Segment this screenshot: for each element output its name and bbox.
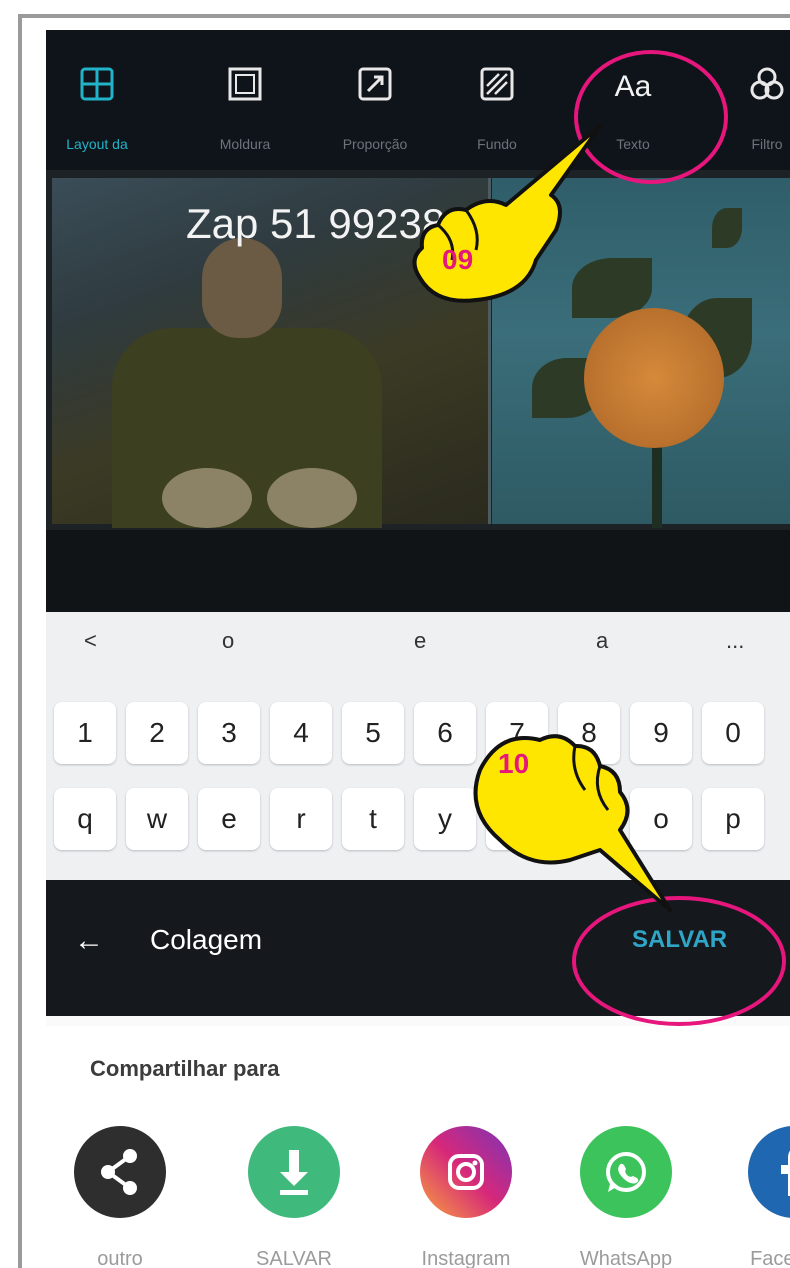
facebook-icon [748, 1126, 790, 1218]
share-target-save[interactable]: SALVAR [234, 1126, 354, 1268]
suggestion-item[interactable]: e [414, 628, 426, 654]
filter-icon [750, 67, 784, 100]
share-target-label: Instagram [421, 1248, 511, 1268]
tool-layout[interactable]: Layout da [46, 30, 152, 170]
pointing-hand-icon [412, 123, 603, 303]
layout-icon [80, 67, 114, 101]
instagram-icon [420, 1126, 512, 1218]
key-0[interactable]: 0 [702, 702, 764, 764]
key-e[interactable]: e [198, 788, 260, 850]
flower-stem [652, 438, 662, 528]
person-head [202, 238, 282, 338]
phone-screen: Layout da Moldura Proporção Fundo Aa Tex… [46, 30, 790, 1268]
resize-icon [358, 67, 392, 101]
leaf [712, 208, 742, 248]
tool-frame-label: Moldura [219, 136, 271, 152]
suggestion-more[interactable]: ... [726, 628, 744, 654]
key-w[interactable]: w [126, 788, 188, 850]
share-target-instagram[interactable]: Instagram [406, 1126, 526, 1268]
tool-layout-label: Layout da [66, 136, 128, 152]
background-icon [480, 67, 514, 101]
drum-right [267, 468, 357, 528]
key-q[interactable]: q [54, 788, 116, 850]
suggestion-item[interactable]: a [596, 628, 608, 654]
key-1[interactable]: 1 [54, 702, 116, 764]
share-target-label: Facebook [750, 1248, 790, 1268]
pointing-hand-icon [473, 734, 672, 912]
back-arrow-icon[interactable]: ← [74, 924, 104, 958]
share-target-label: WhatsApp [579, 1248, 673, 1268]
share-target-other[interactable]: outro [60, 1126, 180, 1268]
key-2[interactable]: 2 [126, 702, 188, 764]
key-p[interactable]: p [702, 788, 764, 850]
whatsapp-icon [580, 1126, 672, 1218]
preview-spacer [46, 530, 790, 612]
share-target-whatsapp[interactable]: WhatsApp [566, 1126, 686, 1268]
share-icon [74, 1126, 166, 1218]
key-5[interactable]: 5 [342, 702, 404, 764]
page-title: Colagem [150, 924, 263, 955]
key-t[interactable]: t [342, 788, 404, 850]
suggestion-item[interactable]: o [222, 628, 234, 654]
share-target-label: outro [97, 1248, 143, 1268]
step-badge-09: 09 [442, 244, 474, 275]
key-3[interactable]: 3 [198, 702, 260, 764]
key-r[interactable]: r [270, 788, 332, 850]
flower-center [584, 308, 724, 448]
suggestion-back[interactable]: < [84, 628, 97, 654]
key-4[interactable]: 4 [270, 702, 332, 764]
frame-icon [228, 67, 262, 101]
drum-left [162, 468, 252, 528]
download-icon [248, 1126, 340, 1218]
share-sheet: Compartilhar para outro SALVAR Instagram… [46, 1026, 790, 1268]
keyboard-suggestion-bar: < o e a ... [46, 612, 790, 674]
tool-frame[interactable]: Moldura [190, 30, 300, 170]
share-target-label: SALVAR [256, 1248, 332, 1268]
share-target-facebook[interactable]: Facebook [734, 1126, 790, 1268]
step-badge-10: 10 [498, 748, 530, 779]
share-sheet-title: Compartilhar para [90, 1056, 280, 1081]
